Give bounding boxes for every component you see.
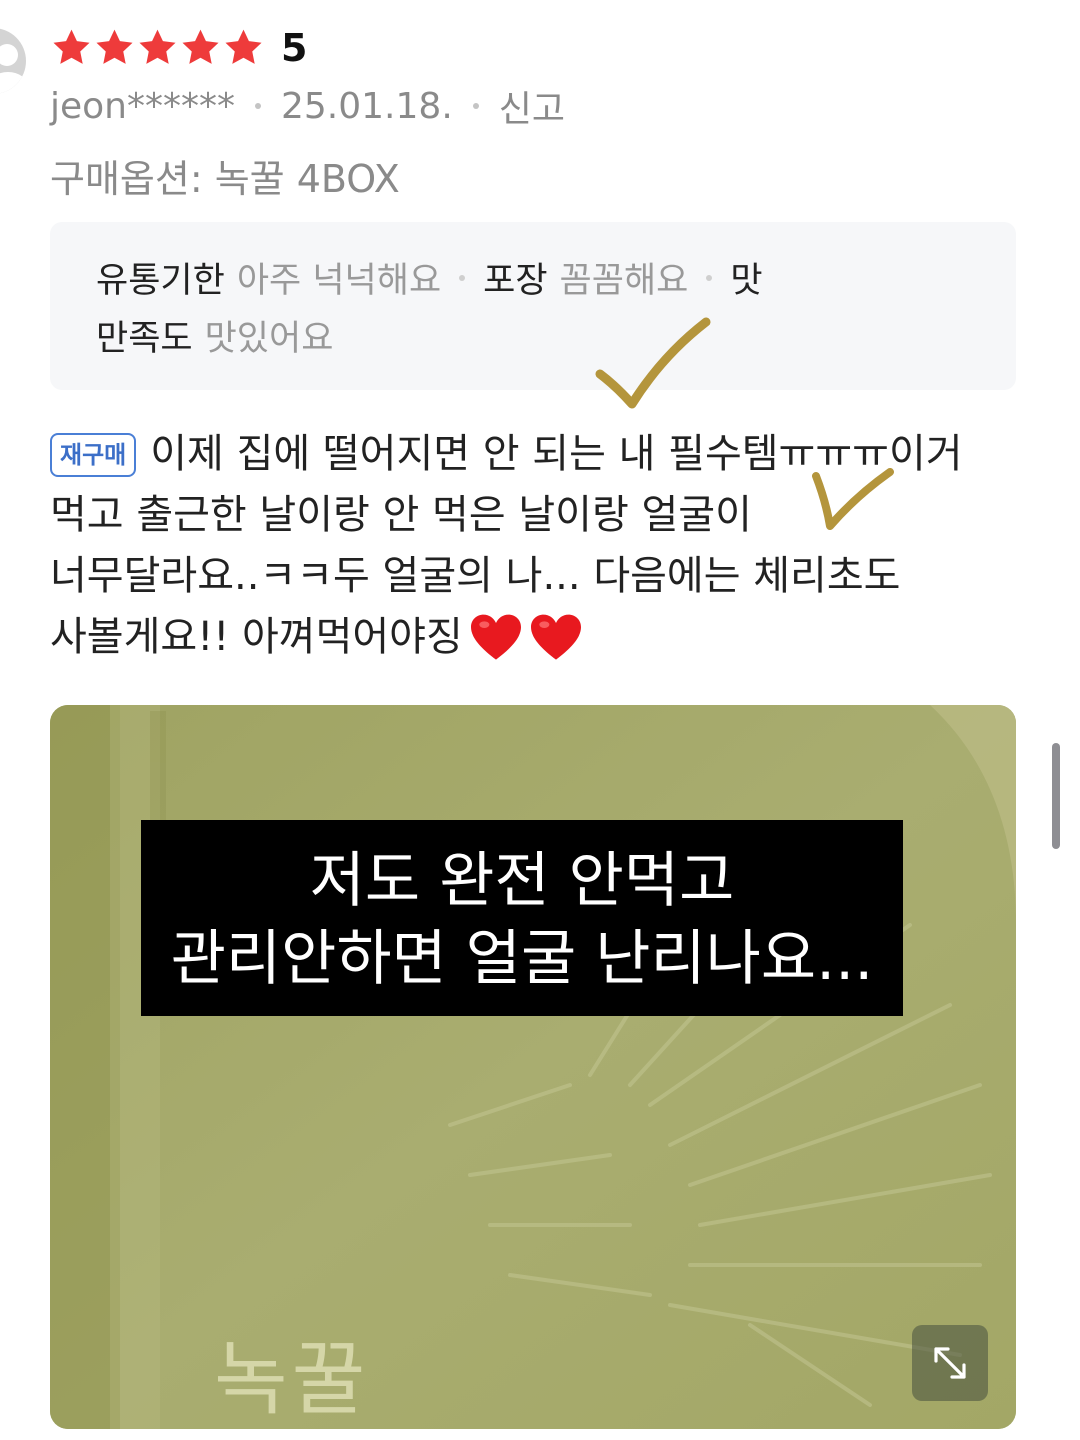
expand-photo-button[interactable]: [912, 1325, 988, 1401]
review-line: 먹고 출근한 날이랑 안 먹은 날이랑 얼굴이: [50, 492, 752, 538]
summary-key-packaging: 포장: [483, 261, 548, 301]
repurchase-badge: 재구매: [50, 432, 137, 477]
review-meta: jeon****** 25.01.18. 신고: [50, 80, 565, 132]
checkmark-annotation: [812, 468, 894, 530]
caption-line: 관리안하면 얼굴 난리나요...: [170, 924, 874, 994]
heart-emoji: [470, 614, 521, 660]
reviewer-id: jeon******: [50, 85, 235, 127]
review-date: 25.01.18.: [281, 85, 453, 127]
star-icon: [225, 29, 262, 64]
summary-value-satisfaction: 맛있어요: [204, 319, 334, 359]
review-photo[interactable]: 저도 완전 안먹고 관리안하면 얼굴 난리나요... 녹꿀: [50, 705, 1016, 1429]
user-avatar[interactable]: [0, 28, 26, 94]
rating-row: 5: [50, 26, 307, 70]
separator-dot: [255, 103, 261, 109]
star-icon: [53, 29, 90, 64]
star-icon: [182, 29, 219, 64]
scrollbar[interactable]: [1052, 743, 1060, 849]
checkmark-annotation: [595, 317, 711, 409]
review-page: 5 jeon****** 25.01.18. 신고 구매옵션: 녹꿀 4BOX …: [0, 0, 1080, 1440]
product-box-image: [50, 705, 1016, 1429]
summary-key-satisfaction: 만족도: [96, 319, 193, 359]
summary-key-taste: 맛: [730, 261, 763, 301]
separator-dot: [472, 103, 479, 109]
separator-dot: [459, 274, 466, 281]
star-icon: [139, 29, 176, 64]
review-line: 너무달라요..ㅋㅋ두 얼굴의 나... 다음에는 체리초도: [50, 553, 901, 599]
summary-value-packaging: 꼼꼼해요: [559, 261, 689, 301]
photo-caption: 저도 완전 안먹고 관리안하면 얼굴 난리나요...: [141, 820, 903, 1016]
star-rating: [50, 27, 265, 69]
report-link[interactable]: 신고: [499, 80, 565, 132]
review-summary: 유통기한 아주 넉넉해요 포장 꼼꼼해요 맛 만족도 맛있어요: [50, 222, 1016, 390]
summary-value-expiry: 아주 넉넉해요: [236, 261, 442, 301]
product-brand-text: 녹꿀: [214, 1333, 370, 1426]
expand-icon: [934, 1347, 966, 1379]
heart-emoji: [530, 614, 581, 660]
rating-score: 5: [281, 26, 308, 70]
review-body: 재구매 이제 집에 떨어지면 안 되는 내 필수템ㅠㅠㅠ이거 먹고 출근한 날이…: [50, 424, 1040, 668]
caption-line: 저도 완전 안먹고: [309, 846, 735, 916]
star-icon: [96, 29, 133, 64]
purchase-option: 구매옵션: 녹꿀 4BOX: [50, 157, 400, 201]
summary-key-expiry: 유통기한: [96, 261, 225, 301]
review-line: 사볼게요!! 아껴먹어야징: [50, 614, 463, 660]
separator-dot: [706, 274, 713, 281]
